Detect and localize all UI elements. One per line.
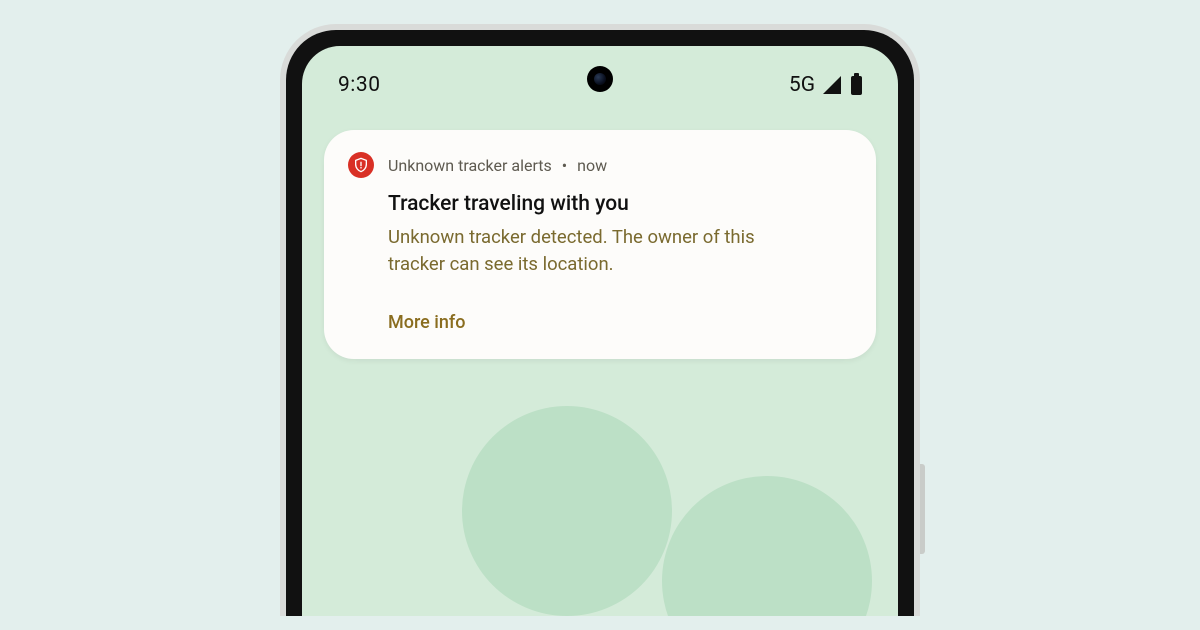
more-info-button[interactable]: More info [388,312,850,333]
wallpaper-shape [462,406,672,616]
phone-screen: 9:30 5G [302,46,898,616]
status-time: 9:30 [338,73,381,97]
battery-icon [851,76,862,95]
status-bar: 9:30 5G [302,46,898,104]
notification-title: Tracker traveling with you [388,192,850,216]
front-camera [587,66,613,92]
wallpaper-shape [662,476,872,616]
shield-alert-icon [348,152,374,178]
status-right-cluster: 5G [789,73,862,97]
notification-body: Unknown tracker detected. The owner of t… [388,224,808,278]
separator-dot: • [562,156,567,175]
notification-card[interactable]: Unknown tracker alerts • now Tracker tra… [324,130,876,359]
phone-frame: 9:30 5G [280,24,920,616]
network-label: 5G [789,73,815,97]
cellular-signal-icon [823,76,841,94]
notification-app-name: Unknown tracker alerts [388,156,552,175]
phone-outer-shell: 9:30 5G [280,24,920,616]
phone-side-button [920,464,925,554]
notification-header: Unknown tracker alerts • now [348,152,850,178]
phone-bezel: 9:30 5G [286,30,914,616]
notification-time: now [577,156,607,175]
